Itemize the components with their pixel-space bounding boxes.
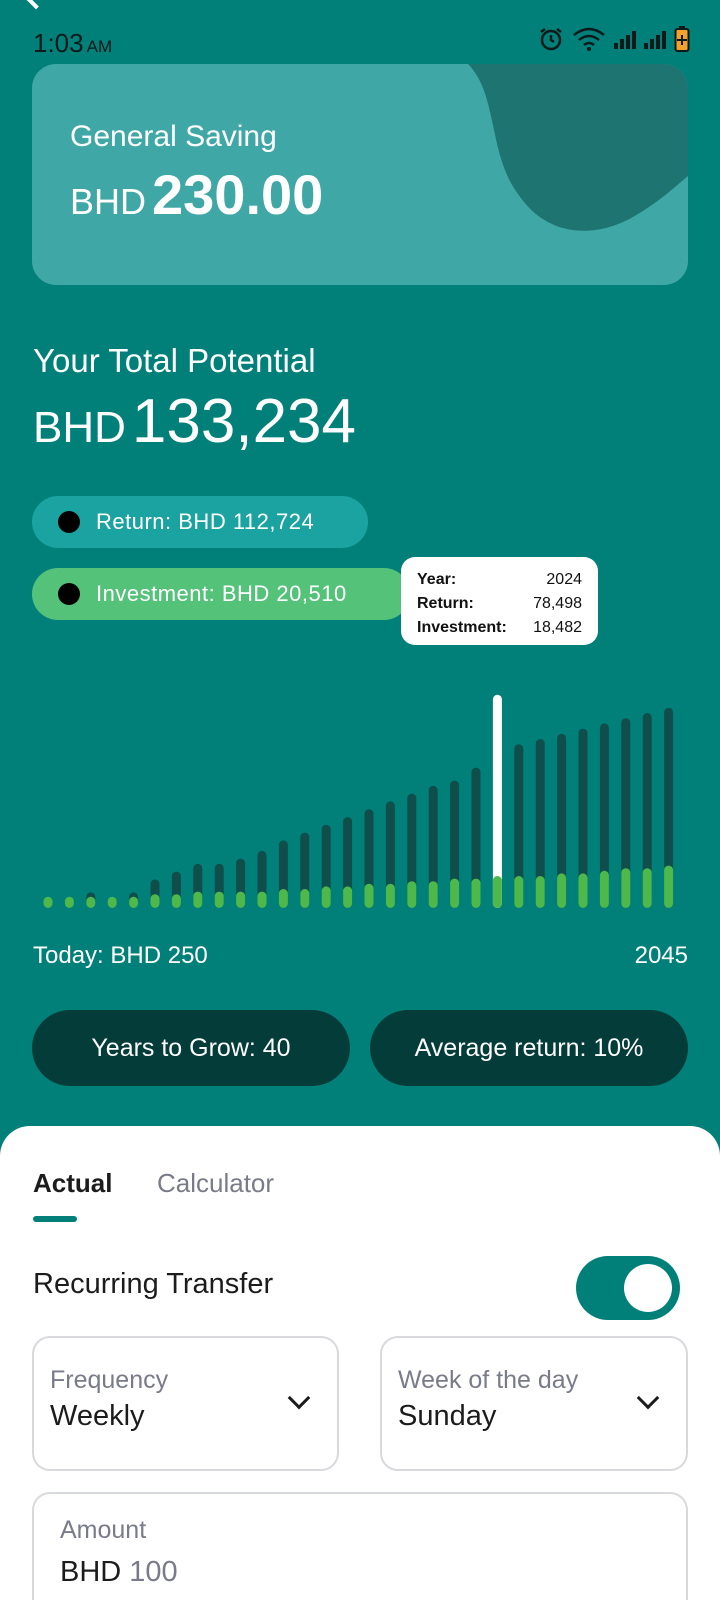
frequency-select[interactable]: Frequency Weekly bbox=[32, 1336, 339, 1471]
toggle-knob bbox=[624, 1264, 672, 1312]
investment-bar[interactable] bbox=[278, 889, 288, 908]
status-time: 1:03 AM bbox=[33, 28, 113, 58]
investment-bar[interactable] bbox=[171, 894, 181, 908]
investment-bar[interactable] bbox=[621, 868, 631, 908]
recurring-transfer-toggle[interactable] bbox=[576, 1256, 680, 1320]
recurring-transfer-label: Recurring Transfer bbox=[33, 1268, 274, 1300]
week-day-label: Week of the day bbox=[398, 1366, 579, 1394]
amount-label: Amount bbox=[60, 1516, 147, 1544]
investment-bar[interactable] bbox=[257, 891, 267, 908]
frequency-value: Weekly bbox=[50, 1400, 145, 1432]
week-day-select[interactable]: Week of the day Sunday bbox=[380, 1336, 688, 1471]
investment-bar[interactable] bbox=[407, 881, 417, 908]
frequency-label: Frequency bbox=[50, 1366, 169, 1394]
amount-value: BHD 100 bbox=[60, 1556, 178, 1588]
account-balance: BHD 230.00 bbox=[70, 163, 324, 226]
legend-investment: Investment: BHD 20,510 bbox=[32, 568, 410, 620]
investment-bar[interactable] bbox=[86, 896, 96, 908]
average-return-button[interactable]: Average return: 10% bbox=[370, 1010, 688, 1086]
amount-field[interactable]: Amount BHD 100 bbox=[32, 1492, 688, 1600]
investment-bar[interactable] bbox=[514, 876, 524, 908]
investment-bar[interactable] bbox=[343, 886, 353, 908]
investment-bar[interactable] bbox=[43, 896, 53, 908]
chevron-down-icon bbox=[636, 1386, 660, 1410]
investment-bar[interactable] bbox=[385, 883, 395, 908]
back-arrow-icon[interactable] bbox=[24, 0, 48, 10]
total-potential-value: BHD133,234 bbox=[33, 387, 357, 456]
investment-bar[interactable] bbox=[364, 883, 374, 908]
investment-bar[interactable] bbox=[664, 865, 674, 908]
investment-bar[interactable] bbox=[193, 891, 203, 908]
axis-end-label: 2045 bbox=[634, 942, 688, 969]
investment-bar[interactable] bbox=[214, 891, 224, 908]
chevron-down-icon bbox=[287, 1386, 311, 1410]
investment-bar[interactable] bbox=[300, 889, 310, 908]
card-decoration bbox=[468, 64, 688, 231]
status-bar: 1:03 AM bbox=[0, 0, 720, 70]
tab-indicator bbox=[33, 1216, 77, 1222]
battery-icon bbox=[674, 26, 690, 52]
legend-return: Return: BHD 112,724 bbox=[32, 496, 368, 548]
tab-actual[interactable]: Actual bbox=[33, 1168, 112, 1199]
axis-start-label: Today: BHD 250 bbox=[33, 942, 208, 969]
growth-chart[interactable] bbox=[0, 680, 720, 920]
investment-bar[interactable] bbox=[107, 896, 117, 908]
investment-bar[interactable] bbox=[535, 876, 545, 908]
tab-calculator[interactable]: Calculator bbox=[157, 1168, 274, 1199]
week-day-value: Sunday bbox=[398, 1400, 497, 1432]
alarm-icon bbox=[540, 28, 562, 51]
investment-bar[interactable] bbox=[599, 870, 609, 908]
investment-bar[interactable] bbox=[428, 881, 438, 908]
investment-bar[interactable] bbox=[150, 894, 160, 908]
investment-bar[interactable] bbox=[471, 878, 481, 908]
legend-dot-icon bbox=[58, 583, 80, 605]
investment-bar[interactable] bbox=[557, 873, 567, 908]
legend-dot-icon bbox=[58, 511, 80, 533]
investment-bar[interactable] bbox=[321, 886, 331, 908]
investment-bar[interactable] bbox=[236, 891, 246, 908]
status-icons bbox=[538, 26, 690, 52]
years-to-grow-button[interactable]: Years to Grow: 40 bbox=[32, 1010, 350, 1086]
signal-icon bbox=[614, 29, 636, 49]
investment-bar[interactable] bbox=[129, 896, 139, 908]
investment-bar[interactable] bbox=[578, 873, 588, 908]
signal-2-icon bbox=[644, 29, 666, 49]
investment-bar[interactable] bbox=[450, 878, 460, 908]
investment-bar[interactable] bbox=[492, 876, 502, 908]
investment-bar[interactable] bbox=[642, 868, 652, 908]
chart-tooltip: Year: 2024 Return: 78,498 Investment: 18,48… bbox=[401, 557, 598, 645]
account-card[interactable]: General Saving BHD 230.00 bbox=[32, 64, 688, 285]
investment-bar[interactable] bbox=[64, 896, 74, 908]
wifi-icon bbox=[573, 27, 605, 51]
account-name: General Saving bbox=[70, 120, 277, 153]
total-potential-label: Your Total Potential bbox=[33, 342, 316, 379]
bottom-sheet: Actual Calculator Recurring Transfer Fre… bbox=[0, 1126, 720, 1600]
